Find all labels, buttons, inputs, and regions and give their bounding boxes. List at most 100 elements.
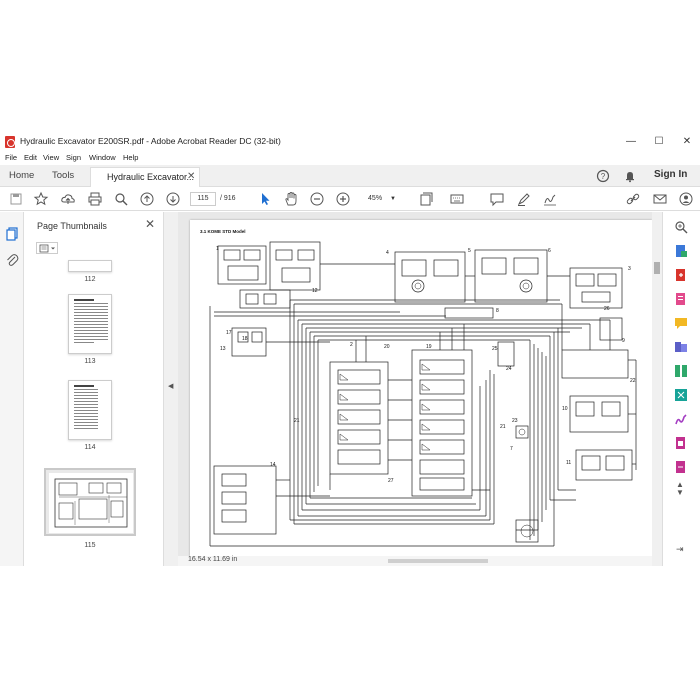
thumbnail-options-button[interactable] bbox=[36, 242, 58, 254]
thumbnail-label: 113 bbox=[84, 358, 96, 365]
callout-label: 23 bbox=[512, 418, 518, 424]
horizontal-scrollbar[interactable] bbox=[388, 559, 488, 563]
thumbnail-page[interactable] bbox=[68, 380, 112, 440]
main-toolbar: 115 / 916 45% ▼ bbox=[0, 187, 700, 211]
thumbnail-preview bbox=[74, 299, 108, 343]
menu-window[interactable]: Window bbox=[89, 153, 116, 162]
notification-bell-icon[interactable] bbox=[623, 169, 637, 183]
page-size-readout: 16.54 x 11.69 in bbox=[188, 556, 238, 563]
page-thumbnails-icon[interactable] bbox=[4, 226, 20, 242]
callout-label: 13 bbox=[220, 346, 226, 352]
document-page: 3.1 KOME STD Model 1 2 3 4 5 6 7 8 9 10 … bbox=[190, 220, 652, 556]
print-icon[interactable] bbox=[87, 191, 103, 207]
callout-label: 17 bbox=[226, 330, 232, 336]
profile-icon[interactable] bbox=[678, 191, 694, 207]
thumbnail-preview bbox=[49, 473, 133, 533]
callout-label: 20 bbox=[384, 344, 390, 350]
callout-label: 5 bbox=[468, 248, 471, 254]
hydraulic-schematic-diagram bbox=[209, 241, 637, 547]
acrobat-logo-icon bbox=[5, 136, 15, 148]
page-thumbnails-panel: Page Thumbnails ✕ 112 113 114 115 bbox=[24, 212, 164, 566]
help-icon[interactable]: ? bbox=[596, 169, 610, 183]
attachment-icon[interactable] bbox=[4, 252, 20, 268]
menu-file[interactable]: File bbox=[5, 153, 17, 162]
tab-document[interactable]: Hydraulic Excavator... ✕ bbox=[90, 167, 200, 187]
combine-files-icon[interactable] bbox=[674, 340, 688, 354]
menu-view[interactable]: View bbox=[43, 153, 59, 162]
keyboard-icon[interactable] bbox=[449, 191, 465, 207]
star-icon[interactable] bbox=[33, 191, 49, 207]
edit-pdf-icon[interactable] bbox=[674, 292, 688, 306]
callout-label: 9 bbox=[622, 338, 625, 344]
menu-help[interactable]: Help bbox=[123, 153, 138, 162]
export-pdf-icon[interactable] bbox=[674, 244, 688, 258]
close-tab-icon[interactable]: ✕ bbox=[187, 171, 195, 182]
title-bar: Hydraulic Excavator E200SR.pdf - Adobe A… bbox=[0, 132, 700, 152]
callout-label: 10 bbox=[562, 406, 568, 412]
callout-label: 18 bbox=[242, 336, 248, 342]
search-zoom-icon[interactable] bbox=[674, 220, 688, 234]
sign-icon[interactable] bbox=[542, 191, 558, 207]
maximize-button[interactable]: ☐ bbox=[646, 134, 672, 150]
zoom-in-icon[interactable] bbox=[335, 191, 351, 207]
collapse-left-icon[interactable]: ◀ bbox=[168, 382, 173, 390]
close-panel-icon[interactable]: ✕ bbox=[145, 217, 155, 231]
thumbnail-page[interactable] bbox=[68, 260, 112, 272]
callout-label: 21 bbox=[500, 424, 506, 430]
email-icon[interactable] bbox=[652, 191, 668, 207]
callout-label: 6 bbox=[548, 248, 551, 254]
thumbnail-page-selected[interactable] bbox=[44, 468, 136, 536]
callout-label: 21 bbox=[294, 418, 300, 424]
protect-pdf-icon[interactable] bbox=[674, 436, 688, 450]
fit-page-icon[interactable] bbox=[418, 191, 434, 207]
comment-tool-icon[interactable] bbox=[674, 316, 688, 330]
create-pdf-icon[interactable] bbox=[674, 268, 688, 282]
callout-label: 4 bbox=[386, 250, 389, 256]
fill-and-sign-icon[interactable] bbox=[674, 412, 688, 426]
close-button[interactable]: ✕ bbox=[674, 134, 700, 150]
comment-icon[interactable] bbox=[489, 191, 505, 207]
collapse-right-panel-icon[interactable]: ⇥ bbox=[676, 544, 684, 555]
callout-label: 22 bbox=[630, 378, 636, 384]
callout-label: 8 bbox=[496, 308, 499, 314]
zoom-level-select[interactable]: 45% ▼ bbox=[360, 192, 404, 206]
select-cursor-icon[interactable] bbox=[257, 191, 273, 207]
page-number-input[interactable]: 115 bbox=[190, 192, 216, 206]
document-vertical-scrollbar[interactable] bbox=[652, 212, 662, 566]
document-scrollbar-thumb[interactable] bbox=[654, 262, 660, 274]
menu-sign[interactable]: Sign bbox=[66, 153, 81, 162]
more-tools-icon[interactable] bbox=[674, 460, 688, 474]
previous-page-icon[interactable] bbox=[139, 191, 155, 207]
search-icon[interactable] bbox=[113, 191, 129, 207]
zoom-out-icon[interactable] bbox=[309, 191, 325, 207]
svg-text:?: ? bbox=[601, 172, 606, 181]
save-icon[interactable] bbox=[8, 191, 24, 207]
thumbnail-label: 114 bbox=[84, 444, 96, 451]
callout-label: 1 bbox=[216, 246, 219, 252]
hand-tool-icon[interactable] bbox=[283, 191, 299, 207]
callout-label: 11 bbox=[566, 460, 572, 466]
menu-edit[interactable]: Edit bbox=[24, 153, 37, 162]
menu-bar: File Edit View Sign Window Help bbox=[0, 152, 700, 165]
upload-cloud-icon[interactable] bbox=[60, 191, 76, 207]
document-viewport[interactable]: 3.1 KOME STD Model 1 2 3 4 5 6 7 8 9 10 … bbox=[178, 212, 662, 566]
panel-splitter[interactable]: ◀ bbox=[164, 212, 178, 566]
compress-pdf-icon[interactable] bbox=[674, 388, 688, 402]
tab-tools[interactable]: Tools bbox=[52, 170, 74, 181]
tab-bar: Home Tools Hydraulic Excavator... ✕ ? Si… bbox=[0, 165, 700, 187]
highlight-pen-icon[interactable] bbox=[516, 191, 532, 207]
minimize-button[interactable]: — bbox=[618, 134, 644, 150]
window-title: Hydraulic Excavator E200SR.pdf - Adobe A… bbox=[20, 136, 281, 146]
tab-home[interactable]: Home bbox=[9, 170, 34, 181]
chevron-down-icon[interactable]: ▼ bbox=[676, 488, 684, 497]
right-tools-rail: ▲ ▼ ⇥ bbox=[662, 212, 700, 566]
thumbnail-page[interactable] bbox=[68, 294, 112, 354]
next-page-icon[interactable] bbox=[165, 191, 181, 207]
callout-label: 24 bbox=[506, 366, 512, 372]
page-total: / 916 bbox=[220, 195, 236, 202]
organize-pages-icon[interactable] bbox=[674, 364, 688, 378]
thumbnail-preview bbox=[74, 385, 98, 429]
link-share-icon[interactable] bbox=[625, 191, 641, 207]
callout-label: 25 bbox=[492, 346, 498, 352]
sign-in-button[interactable]: Sign In bbox=[654, 169, 687, 180]
